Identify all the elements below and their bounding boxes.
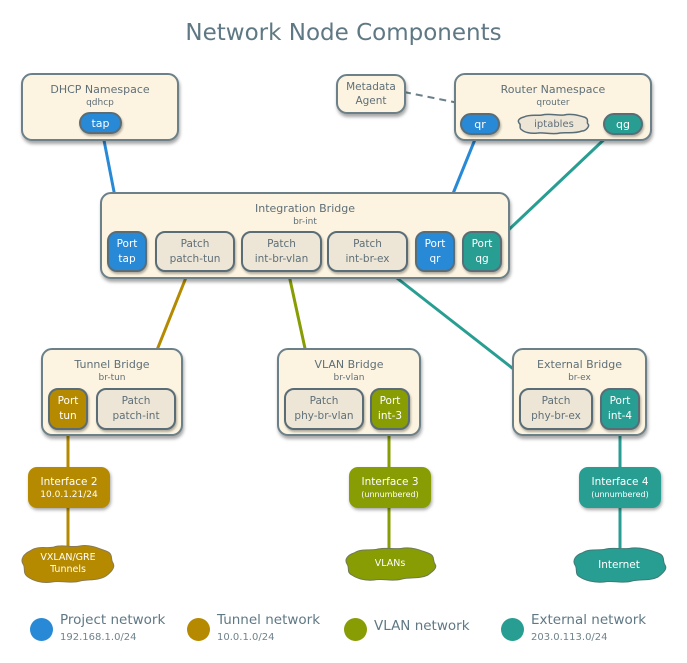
patch-name: int-br-ex: [345, 252, 390, 265]
router-namespace-subtitle: qrouter: [536, 98, 570, 108]
patch-name: phy-br-vlan: [294, 410, 354, 422]
tunnel-bridge-title: Tunnel Bridge: [74, 358, 150, 371]
interface-detail: (unnumbered): [591, 489, 649, 499]
legend-subnet: 203.0.113.0/24: [531, 632, 608, 643]
port-label: Port: [609, 395, 631, 407]
project-network-swatch: [30, 618, 53, 641]
interface-name: Interface 2: [40, 475, 98, 488]
vlan-bridge-title: VLAN Bridge: [314, 358, 384, 371]
integration-bridge-subtitle: br-int: [293, 217, 317, 227]
legend-subnet: 192.168.1.0/24: [60, 632, 137, 643]
patch-label: Patch: [541, 395, 571, 407]
br-ex-patch-phy-br-ex[interactable]: Patch phy-br-ex: [519, 388, 593, 430]
vlan-bridge-subtitle: br-vlan: [333, 373, 365, 383]
br-ex-port-int-4[interactable]: Port int-4: [600, 388, 640, 430]
interface-name: Interface 4: [591, 475, 649, 488]
legend-label: Tunnel network: [217, 612, 321, 628]
router-qr-port[interactable]: qr: [460, 113, 500, 135]
port-label: Port: [379, 395, 401, 407]
metadata-agent[interactable]: Metadata Agent: [336, 74, 406, 114]
cloud-line1: Internet: [598, 559, 640, 571]
interface-2[interactable]: Interface 2 10.0.1.21/24: [28, 467, 110, 508]
port-name: tap: [118, 252, 136, 265]
vlans-cloud[interactable]: VLANs: [342, 546, 438, 582]
patch-label: Patch: [309, 395, 339, 407]
legend-label: Project network: [60, 612, 166, 628]
external-bridge-title: External Bridge: [537, 358, 622, 371]
legend-label: External network: [531, 612, 647, 628]
br-vlan-port-int-3[interactable]: Port int-3: [370, 388, 410, 430]
port-name: qg: [475, 252, 489, 265]
patch-label: Patch: [180, 237, 210, 250]
tunnels-cloud[interactable]: VXLAN/GRE Tunnels: [18, 543, 118, 585]
br-int-port-qr[interactable]: Port qr: [415, 231, 455, 272]
br-vlan-patch-phy-br-vlan[interactable]: Patch phy-br-vlan: [284, 388, 364, 430]
br-int-patch-int-br-ex[interactable]: Patch int-br-ex: [327, 231, 408, 272]
interface-name: Interface 3: [361, 475, 419, 488]
legend-label: VLAN network: [374, 618, 470, 634]
wire-router-qg-to-port-qg: [498, 130, 614, 240]
cloud-label: Internet: [570, 546, 668, 584]
integration-bridge-title: Integration Bridge: [255, 202, 355, 215]
port-label: Port: [116, 237, 138, 250]
br-tun-port-tun[interactable]: Port tun: [48, 388, 88, 430]
br-tun-patch-int[interactable]: Patch patch-int: [96, 388, 176, 430]
internet-cloud[interactable]: Internet: [570, 546, 668, 584]
port-label: Port: [57, 395, 79, 407]
port-name: tun: [59, 410, 77, 422]
diagram-title: Network Node Components: [185, 20, 502, 46]
patch-label: Patch: [267, 237, 296, 250]
interface-3[interactable]: Interface 3 (unnumbered): [349, 467, 431, 508]
br-int-port-qg[interactable]: Port qg: [462, 231, 502, 272]
legend-subnet: 10.0.1.0/24: [217, 632, 275, 643]
router-namespace-title: Router Namespace: [500, 83, 606, 96]
port-name: int-3: [377, 410, 403, 422]
port-label: Port: [424, 237, 446, 250]
cloud-line1: VLANs: [374, 558, 406, 569]
external-network-swatch: [501, 618, 524, 641]
patch-label: Patch: [121, 395, 151, 407]
metadata-agent-line1: Metadata: [346, 81, 396, 93]
router-qg-port[interactable]: qg: [603, 113, 643, 135]
interface-detail: 10.0.1.21/24: [40, 489, 98, 500]
br-int-port-tap[interactable]: Port tap: [107, 231, 147, 272]
dhcp-tap-port[interactable]: tap: [79, 112, 122, 134]
metadata-agent-line2: Agent: [355, 95, 387, 107]
dhcp-namespace-subtitle: qdhcp: [86, 98, 114, 108]
port-name: int-4: [607, 410, 633, 422]
tunnel-network-swatch: [187, 618, 210, 641]
cloud-line2: Tunnels: [50, 564, 86, 575]
external-bridge-subtitle: br-ex: [568, 373, 591, 383]
iptables-cloud[interactable]: iptables: [516, 113, 592, 135]
port-label: Port: [471, 237, 493, 250]
iptables-label: iptables: [534, 118, 574, 130]
patch-name: patch-int: [112, 410, 160, 422]
cloud-label: VLANs: [342, 546, 438, 582]
patch-name: patch-tun: [169, 252, 221, 265]
cloud-label: VXLAN/GRE Tunnels: [18, 543, 118, 585]
vlan-network-swatch: [344, 618, 367, 641]
interface-detail: (unnumbered): [361, 489, 419, 499]
port-name: qr: [429, 252, 441, 265]
br-int-patch-int-br-vlan[interactable]: Patch int-br-vlan: [241, 231, 322, 272]
patch-name: int-br-vlan: [254, 252, 309, 265]
patch-label: Patch: [353, 237, 382, 250]
interface-4[interactable]: Interface 4 (unnumbered): [579, 467, 661, 508]
br-int-patch-tun[interactable]: Patch patch-tun: [155, 231, 235, 272]
dhcp-namespace-title: DHCP Namespace: [50, 83, 150, 96]
patch-name: phy-br-ex: [531, 410, 581, 422]
cloud-line1: VXLAN/GRE: [40, 552, 96, 563]
tunnel-bridge-subtitle: br-tun: [98, 373, 126, 383]
